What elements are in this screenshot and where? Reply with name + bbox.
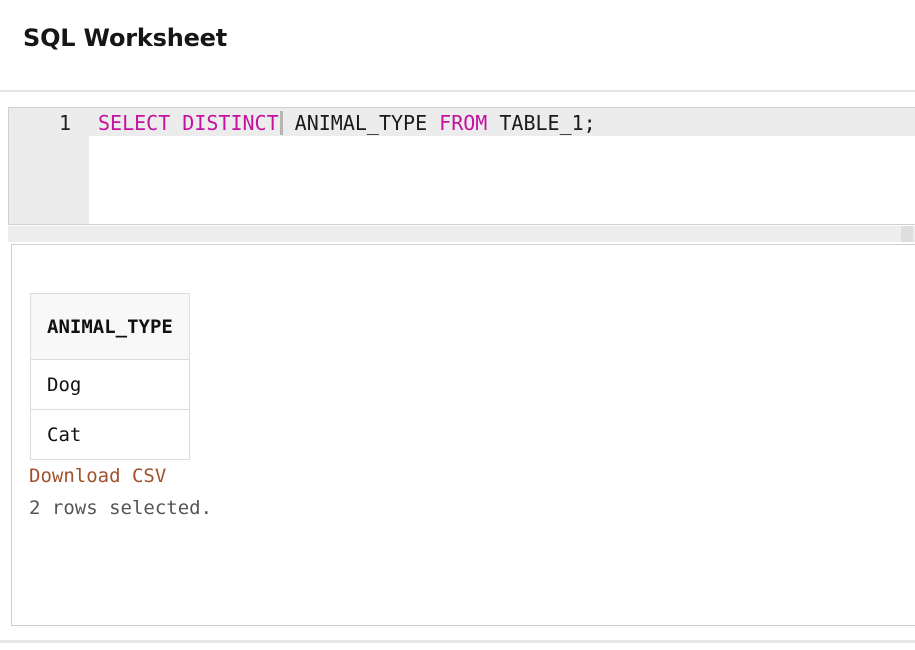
table-row: Cat [30,409,190,460]
identifier-animal-type: ANIMAL_TYPE [282,111,440,135]
table-cell: Cat [30,409,190,460]
identifier-table-name: TABLE_1; [487,111,596,135]
bottom-divider [0,640,915,643]
worksheet-header: SQL Worksheet [0,0,915,92]
keyword-select-distinct: SELECT DISTINCT [98,111,279,135]
result-table: ANIMAL_TYPE Dog Cat [30,293,190,460]
table-cell: Dog [30,359,190,410]
keyword-from: FROM [439,111,488,135]
rows-selected-status: 2 rows selected. [29,497,213,519]
line-number: 1 [58,111,71,135]
scrollbar-thumb[interactable] [8,226,913,242]
page-title: SQL Worksheet [23,24,228,52]
sql-editor[interactable]: 1 SELECT DISTINCT ANIMAL_TYPE FROM TABLE… [8,107,915,225]
results-panel: ANIMAL_TYPE Dog Cat Download CSV 2 rows … [11,244,915,626]
column-header-animal-type: ANIMAL_TYPE [30,293,190,360]
code-line[interactable]: SELECT DISTINCT ANIMAL_TYPE FROM TABLE_1… [98,111,596,135]
table-header-row: ANIMAL_TYPE [30,293,190,360]
editor-horizontal-scrollbar[interactable] [8,226,915,242]
download-csv-link[interactable]: Download CSV [29,465,166,487]
sql-worksheet-page: SQL Worksheet 1 SELECT DISTINCT ANIMAL_T… [0,0,915,650]
editor-gutter: 1 [9,108,89,224]
table-row: Dog [30,359,190,410]
